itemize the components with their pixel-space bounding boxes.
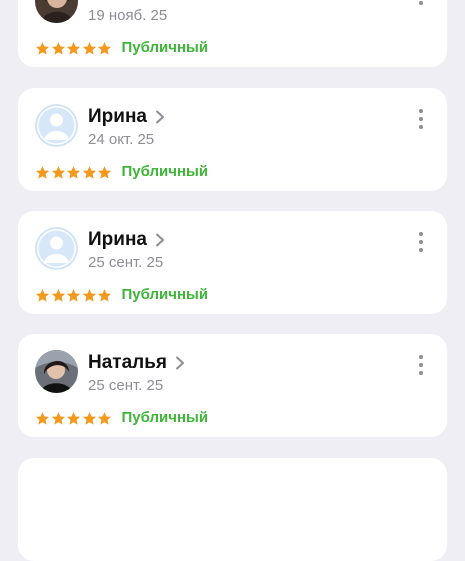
star-icon — [66, 41, 81, 55]
star-icon — [66, 165, 81, 179]
status-badge: Публичный — [121, 286, 209, 303]
review-card[interactable]: 19 нояб. 25 Публичный — [18, 0, 447, 67]
star-icon — [51, 165, 65, 179]
more-vertical-icon[interactable] — [417, 109, 425, 129]
rating-row: Публичный — [35, 164, 208, 180]
star-icon — [82, 165, 96, 179]
star-icon — [35, 411, 50, 425]
star-rating — [35, 165, 113, 180]
reviewer-link[interactable]: Наталья — [88, 352, 185, 374]
star-icon — [51, 288, 65, 302]
default-user-avatar — [35, 104, 78, 147]
status-badge: Публичный — [121, 409, 209, 426]
review-date: 24 окт. 25 — [88, 131, 155, 148]
review-date: 25 сент. 25 — [88, 254, 164, 271]
user-avatar[interactable] — [35, 0, 78, 23]
chevron-right-icon — [156, 110, 164, 124]
star-rating — [35, 411, 113, 426]
star-icon — [82, 411, 96, 425]
rating-row: Публичный — [35, 287, 208, 303]
chevron-right-icon — [156, 233, 164, 247]
status-badge: Публичный — [121, 163, 209, 180]
star-icon — [97, 411, 112, 425]
star-icon — [66, 288, 81, 302]
chevron-right-icon — [176, 356, 184, 370]
status-badge: Публичный — [121, 39, 209, 56]
star-rating — [35, 288, 113, 303]
user-avatar[interactable] — [35, 104, 78, 147]
review-card[interactable]: Ирина 24 окт. 25 Публичный — [18, 88, 447, 191]
more-vertical-icon[interactable] — [417, 0, 425, 5]
user-avatar[interactable] — [35, 350, 78, 393]
review-date: 19 нояб. 25 — [88, 7, 168, 24]
more-vertical-icon[interactable] — [417, 355, 425, 375]
star-icon — [82, 288, 96, 302]
reviewer-link[interactable]: Ирина — [88, 106, 165, 128]
star-icon — [97, 41, 112, 55]
star-rating — [35, 41, 113, 56]
reviewer-link[interactable]: Ирина — [88, 229, 165, 251]
avatar-photo — [35, 350, 78, 393]
user-avatar[interactable] — [35, 227, 78, 270]
rating-row: Публичный — [35, 410, 208, 426]
more-vertical-icon[interactable] — [417, 232, 425, 252]
rating-row: Публичный — [35, 40, 208, 56]
star-icon — [82, 41, 96, 55]
review-date: 25 сент. 25 — [88, 377, 164, 394]
star-icon — [66, 411, 81, 425]
star-icon — [97, 165, 112, 179]
reviewer-name: Ирина — [88, 229, 147, 250]
review-card[interactable]: Ирина 25 сент. 25 Публичный — [18, 211, 447, 314]
review-card[interactable] — [18, 458, 447, 561]
reviewer-name: Наталья — [88, 352, 167, 373]
reviewer-name: Ирина — [88, 106, 147, 127]
star-icon — [35, 165, 50, 179]
default-user-avatar — [35, 227, 78, 270]
avatar-photo — [35, 0, 78, 23]
star-icon — [51, 411, 65, 425]
star-icon — [35, 41, 50, 55]
star-icon — [51, 41, 65, 55]
review-card[interactable]: Наталья 25 сент. 25 Публичный — [18, 334, 447, 437]
star-icon — [97, 288, 112, 302]
star-icon — [35, 288, 50, 302]
